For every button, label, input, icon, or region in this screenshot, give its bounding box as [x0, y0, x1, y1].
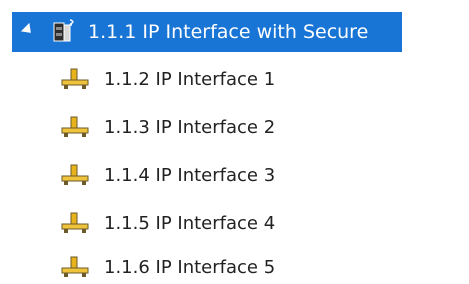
- tree-item-ip-interface-1[interactable]: 1.1.2 IP Interface 1: [60, 64, 380, 94]
- tree-item-ip-interface-4[interactable]: 1.1.5 IP Interface 4: [60, 208, 380, 238]
- tree-item-label: 1.1.1 IP Interface with Secure: [88, 21, 369, 43]
- tree-item-label: 1.1.5 IP Interface 4: [104, 212, 276, 234]
- network-interface-icon: [61, 212, 89, 233]
- tree-item-label: 1.1.2 IP Interface 1: [104, 68, 276, 90]
- expand-collapse-icon[interactable]: [20, 22, 36, 38]
- secure-device-icon: [53, 19, 74, 42]
- tree-item-ip-interface-3[interactable]: 1.1.4 IP Interface 3: [60, 160, 380, 190]
- tree-item-label: 1.1.4 IP Interface 3: [104, 164, 276, 186]
- network-interface-icon: [61, 68, 89, 89]
- network-interface-icon: [61, 116, 89, 137]
- network-interface-icon: [61, 164, 89, 185]
- tree-item-ip-interface-with-secure[interactable]: 1.1.1 IP Interface with Secure: [12, 12, 402, 52]
- project-tree: 1.1.1 IP Interface with Secure 1.1.2 IP …: [0, 0, 469, 284]
- tree-item-ip-interface-2[interactable]: 1.1.3 IP Interface 2: [60, 112, 380, 142]
- network-interface-icon: [61, 256, 89, 277]
- tree-item-label: 1.1.3 IP Interface 2: [104, 116, 276, 138]
- tree-item-ip-interface-5[interactable]: 1.1.6 IP Interface 5: [60, 252, 380, 282]
- tree-item-label: 1.1.6 IP Interface 5: [104, 256, 276, 278]
